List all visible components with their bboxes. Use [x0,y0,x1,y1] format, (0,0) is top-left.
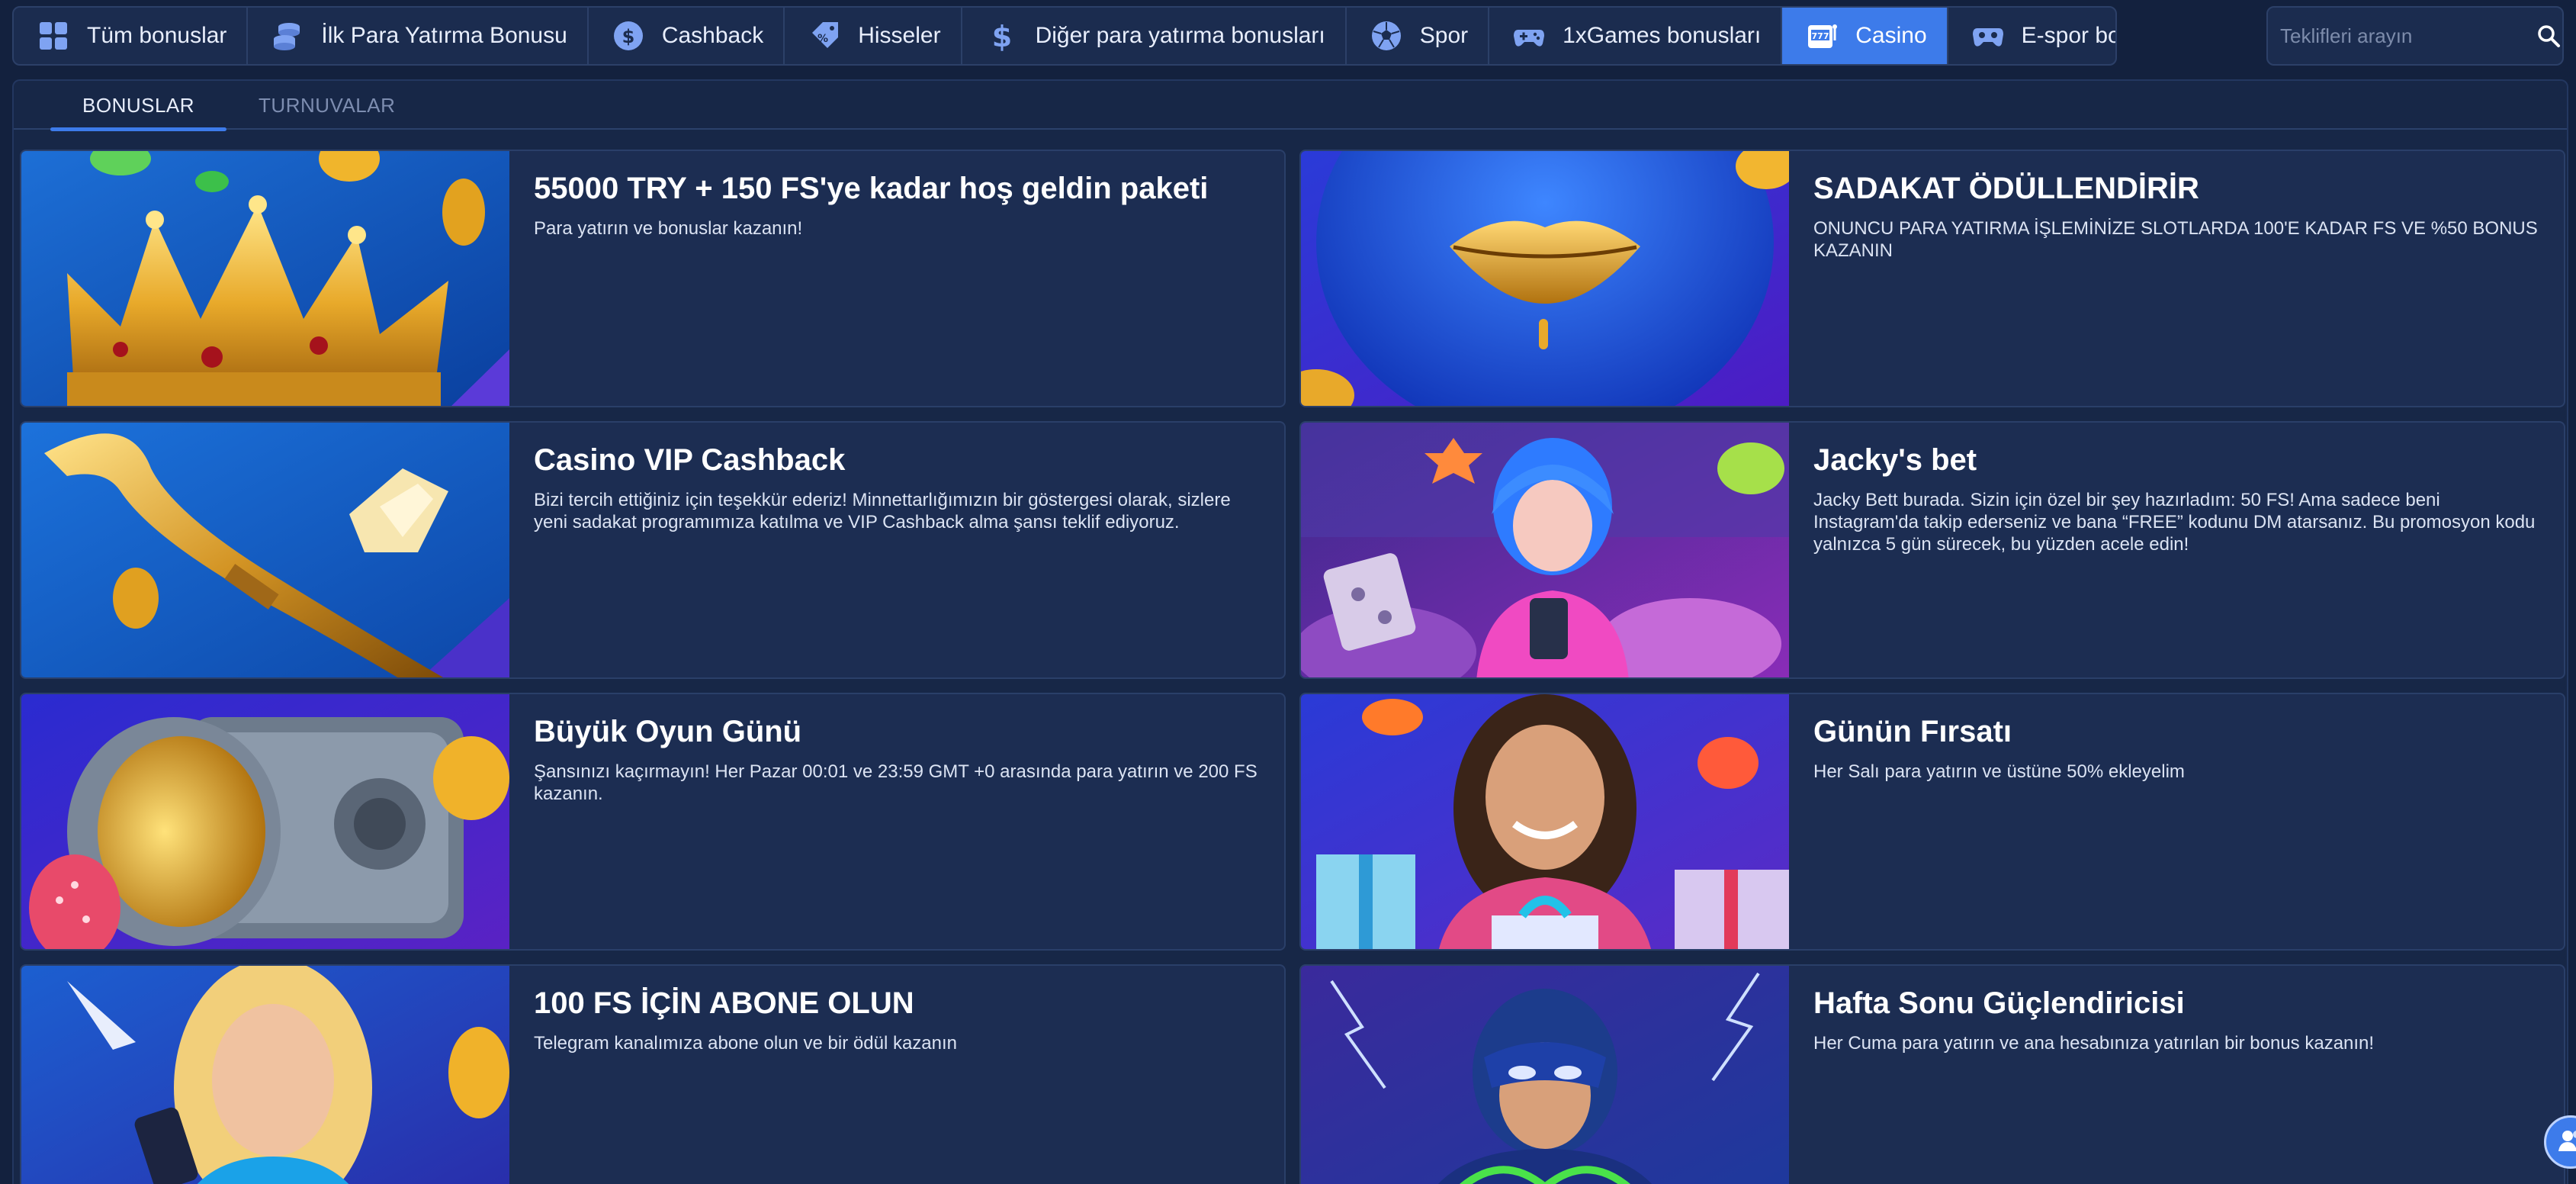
bonus-card-description: Şansınızı kaçırmayın! Her Pazar 00:01 ve… [534,761,1257,804]
bonus-card-body: 55000 TRY + 150 FS'ye kadar hoş geldin p… [509,151,1284,406]
gamepad-icon [1512,19,1546,53]
bonus-card-image [21,694,509,949]
bonus-card-body: SADAKAT ÖDÜLLENDİRİR ONUNCU PARA YATIRMA… [1789,151,2564,406]
ticket-percent-icon: % [808,19,841,53]
bonus-card-body: 100 FS İÇİN ABONE OLUN Telegram kanalımı… [509,966,1284,1184]
nav-item-label: 1xGames bonusları [1563,23,1762,48]
bonus-card-body: Hafta Sonu Güçlendiricisi Her Cuma para … [1789,966,2564,1184]
svg-text:777: 777 [1812,31,1829,41]
bonus-content-panel: BONUSLAR TURNUVALAR 55000 TRY + 150 FS'y… [12,79,2568,1184]
svg-text:$: $ [622,26,634,47]
chat-icon [2555,1125,2576,1160]
bonus-card-title: Hafta Sonu Güçlendiricisi [1813,986,2185,1020]
bonus-card-title: Jacky's bet [1813,443,1977,477]
bonus-card[interactable]: Günün Fırsatı Her Salı para yatırın ve ü… [1299,693,2565,951]
nav-item-label: Casino [1855,23,1927,48]
bonus-card-description: Her Cuma para yatırın ve ana hesabınıza … [1813,1033,2375,1054]
bonus-tabs: BONUSLAR TURNUVALAR [14,81,2567,131]
bonus-card-body: Casino VIP Cashback Bizi tercih ettiğini… [509,423,1284,677]
bonuses-page: Tüm bonuslar İlk Para Yatırma Bonusu $ C… [0,0,2576,1184]
bonus-card-image [21,966,509,1184]
bonus-card-title: Büyük Oyun Günü [534,715,802,748]
bonus-card[interactable]: Hafta Sonu Güçlendiricisi Her Cuma para … [1299,964,2565,1184]
search-icon[interactable] [2536,23,2562,49]
bonus-category-nav: Tüm bonuslar İlk Para Yatırma Bonusu $ C… [12,6,2117,66]
bonus-card-image [1301,694,1789,949]
nav-item-sport[interactable]: Spor [1347,8,1490,64]
bonus-card-title: Günün Fırsatı [1813,715,2012,748]
nav-item-all-bonuses[interactable]: Tüm bonuslar [14,8,249,64]
slot-777-icon: 777 [1805,19,1839,53]
esports-gamepad-icon [1971,19,2005,53]
bonus-card[interactable]: Jacky's bet Jacky Bett burada. Sizin içi… [1299,421,2565,679]
nav-item-label: Hisseler [858,23,941,48]
nav-item-esports[interactable]: E-spor bonusları [1948,8,2115,64]
nav-item-1xgames[interactable]: 1xGames bonusları [1489,8,1783,64]
nav-item-cashback[interactable]: $ Cashback [589,8,785,64]
bonus-card-description: Her Salı para yatırın ve üstüne 50% ekle… [1813,761,2185,782]
nav-item-label: E-spor bonusları [2021,23,2115,48]
search-input[interactable] [2280,24,2536,48]
nav-item-other-deposit[interactable]: $ Diğer para yatırma bonusları [962,8,1347,64]
grid-icon [37,19,70,53]
nav-item-casino[interactable]: 777 Casino [1782,8,1948,64]
nav-item-label: Tüm bonuslar [87,23,227,48]
bonus-card[interactable]: SADAKAT ÖDÜLLENDİRİR ONUNCU PARA YATIRMA… [1299,150,2565,407]
bonus-card-description: Para yatırın ve bonuslar kazanın! [534,218,803,239]
bonus-card-title: 100 FS İÇİN ABONE OLUN [534,986,914,1020]
bonus-card-description: Bizi tercih ettiğiniz için teşekkür eder… [534,490,1231,532]
bonus-card[interactable]: 55000 TRY + 150 FS'ye kadar hoş geldin p… [20,150,1286,407]
bonus-card-body: Jacky's bet Jacky Bett burada. Sizin içi… [1789,423,2564,677]
bonus-card-description: Telegram kanalımıza abone olun ve bir öd… [534,1033,957,1054]
svg-text:$: $ [991,20,1011,53]
bonus-card-grid: 55000 TRY + 150 FS'ye kadar hoş geldin p… [20,150,2565,1184]
nav-item-promotions[interactable]: % Hisseler [785,8,962,64]
dollar-icon: $ [985,19,1019,53]
nav-item-label: Diğer para yatırma bonusları [1035,23,1325,48]
bonus-card-body: Büyük Oyun Günü Şansınızı kaçırmayın! He… [509,694,1284,949]
bonus-card-title: Casino VIP Cashback [534,443,846,477]
nav-item-label: İlk Para Yatırma Bonusu [321,23,567,48]
bonus-card[interactable]: 100 FS İÇİN ABONE OLUN Telegram kanalımı… [20,964,1286,1184]
nav-item-label: Cashback [661,23,764,48]
soccer-ball-icon [1370,19,1403,53]
nav-item-first-deposit[interactable]: İlk Para Yatırma Bonusu [248,8,589,64]
bonus-card-image [1301,151,1789,406]
svg-text:%: % [817,33,828,45]
bonus-card-image [21,423,509,677]
bonus-card-image [1301,966,1789,1184]
dollar-coin-icon: $ [612,19,645,53]
bonus-card-description: ONUNCU PARA YATIRMA İŞLEMİNİZE SLOTLARDA… [1813,218,2538,261]
bonus-card-image [21,151,509,406]
offer-search-box[interactable] [2266,6,2564,66]
bonus-card-body: Günün Fırsatı Her Salı para yatırın ve ü… [1789,694,2564,949]
tab-bonuses[interactable]: BONUSLAR [50,81,227,131]
bonus-card-title: SADAKAT ÖDÜLLENDİRİR [1813,172,2199,205]
bonus-card-image [1301,423,1789,677]
bonus-card[interactable]: Büyük Oyun Günü Şansınızı kaçırmayın! He… [20,693,1286,951]
coins-icon [271,19,304,53]
bonus-card-description: Jacky Bett burada. Sizin için özel bir ş… [1813,490,2536,555]
tab-tournaments[interactable]: TURNUVALAR [226,81,427,130]
bonus-card[interactable]: Casino VIP Cashback Bizi tercih ettiğini… [20,421,1286,679]
nav-item-label: Spor [1419,23,1469,48]
bonus-card-title: 55000 TRY + 150 FS'ye kadar hoş geldin p… [534,172,1209,205]
